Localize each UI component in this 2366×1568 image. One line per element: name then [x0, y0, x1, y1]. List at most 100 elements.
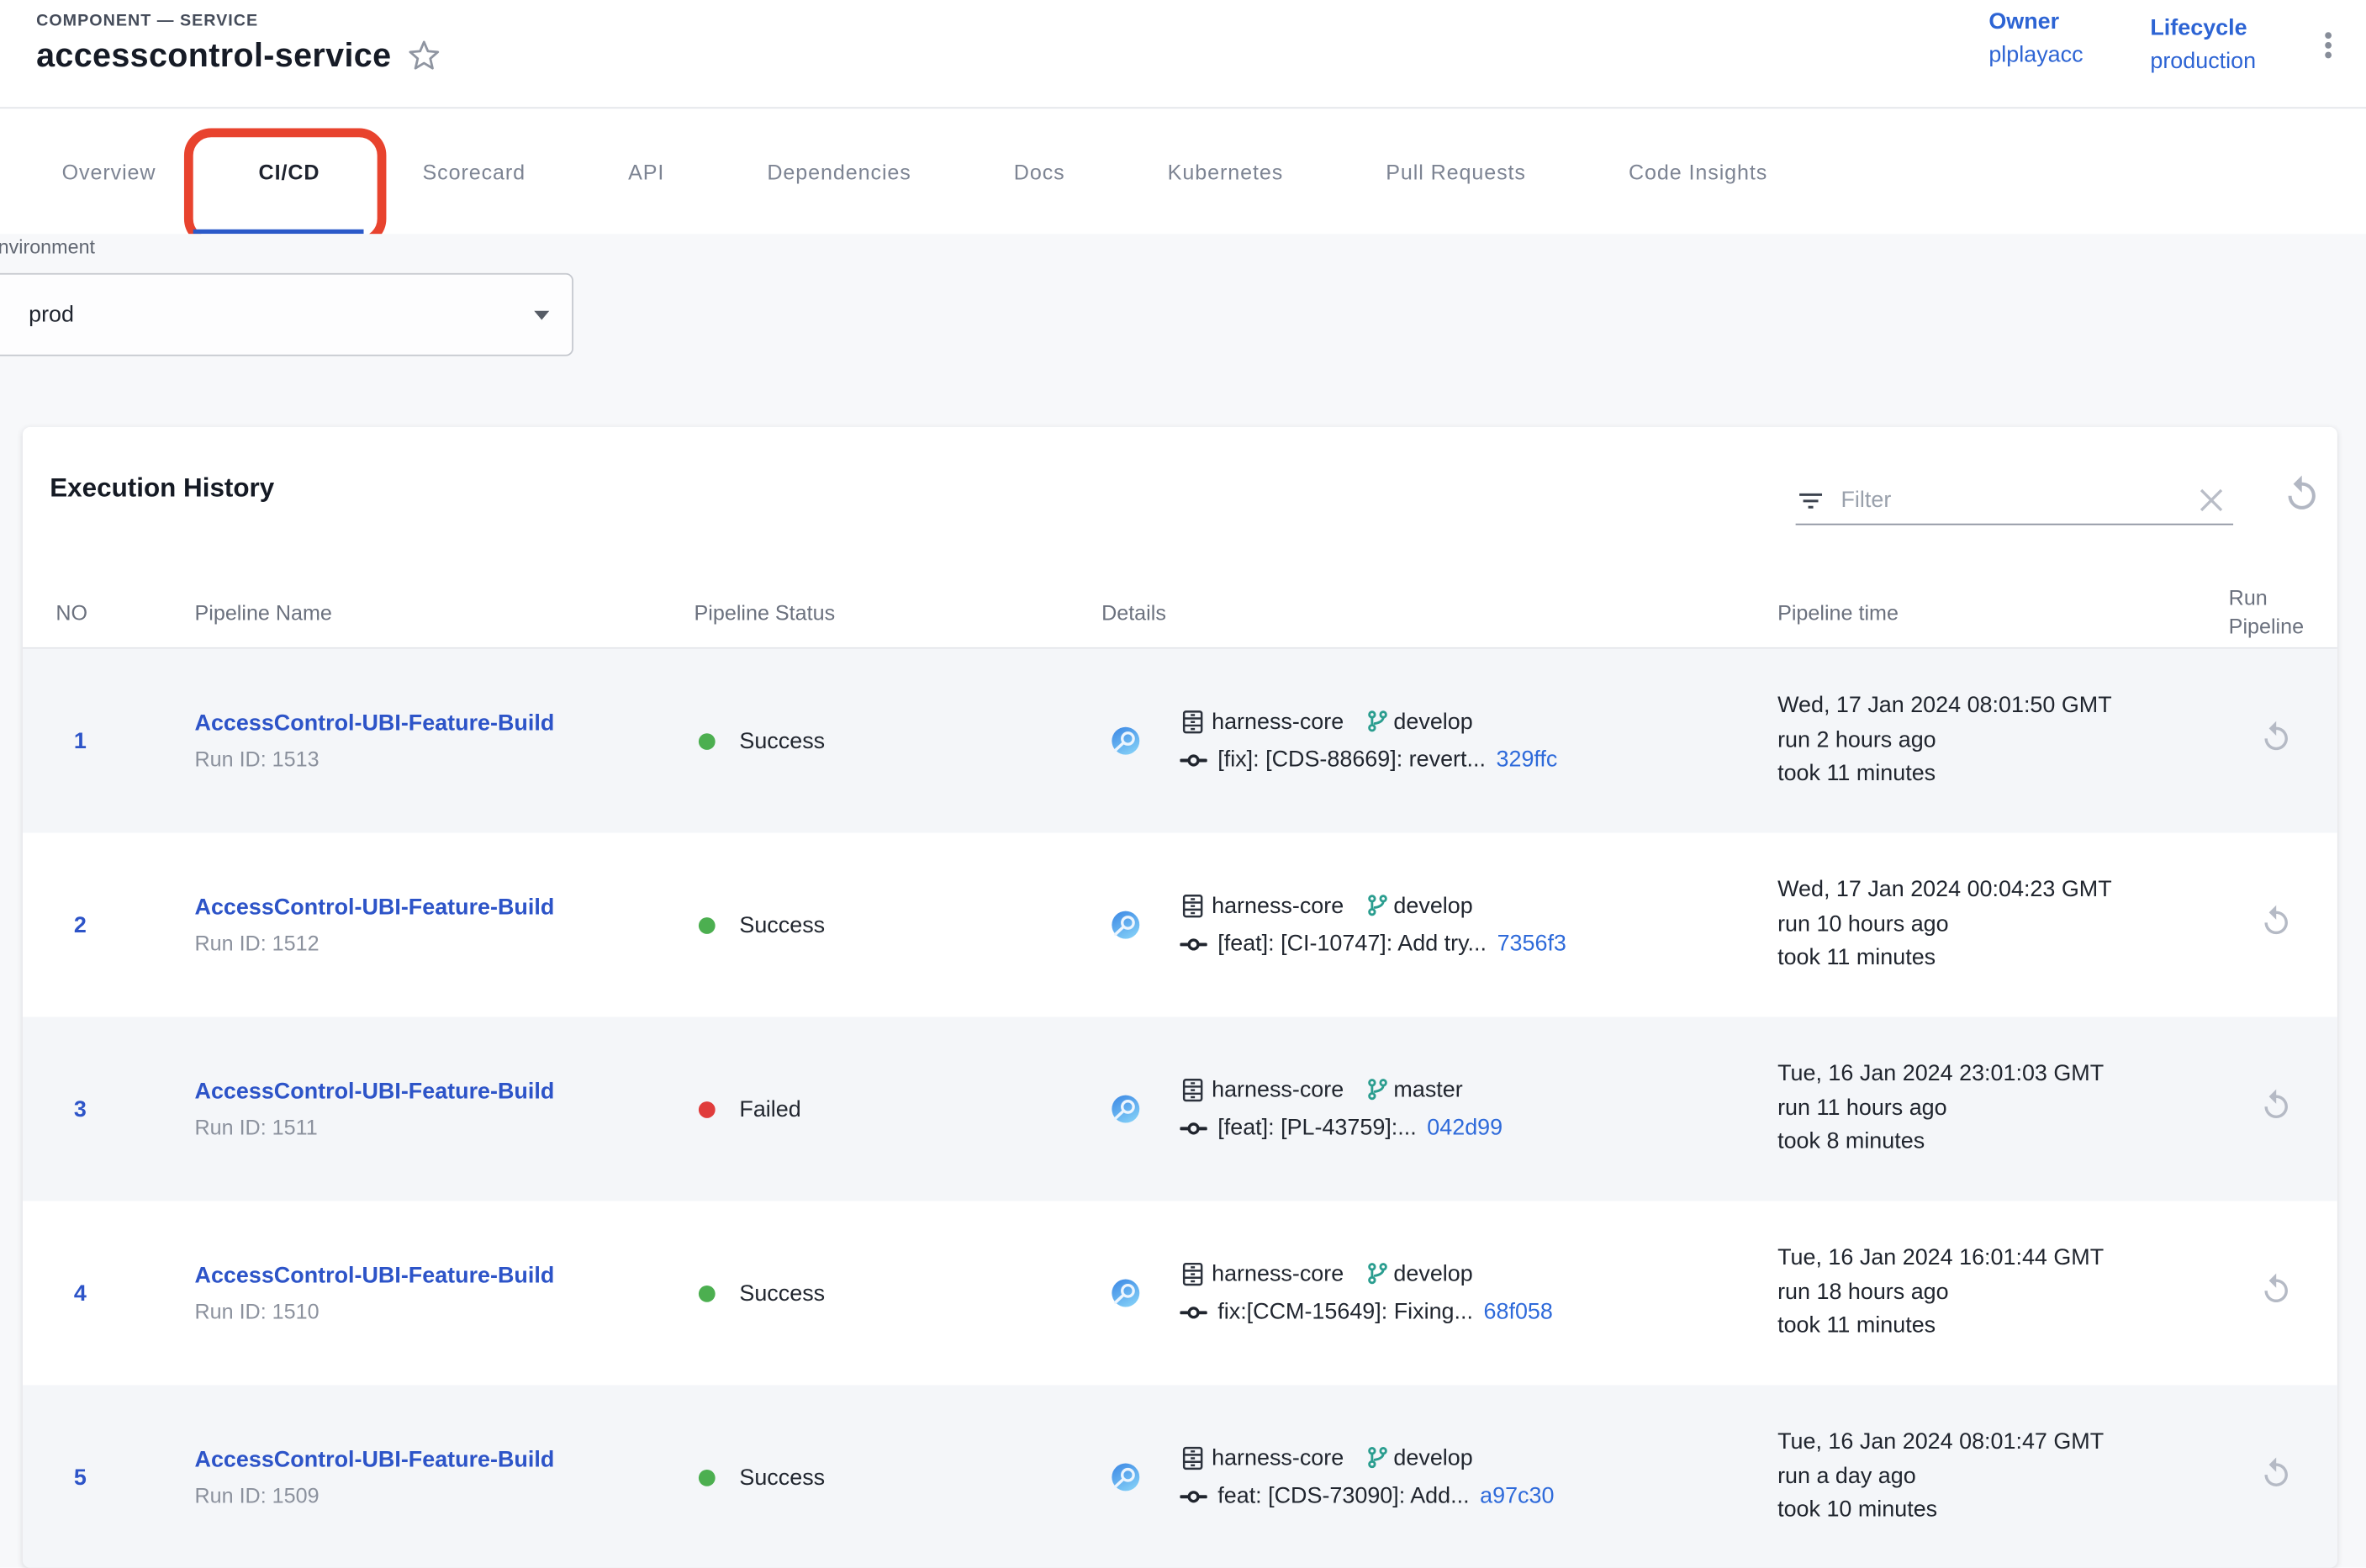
- pipeline-name-link[interactable]: AccessControl-UBI-Feature-Build: [195, 1079, 694, 1105]
- repo-branch-line: harness-core develop: [1180, 1260, 1552, 1286]
- commit-hash-link[interactable]: 7356f3: [1497, 931, 1566, 957]
- pipeline-time-cell: Tue, 16 Jan 2024 08:01:47 GMT run a day …: [1777, 1426, 2206, 1528]
- page-header: COMPONENT — SERVICE accesscontrol-servic…: [0, 0, 2366, 108]
- git-branch-icon: [1365, 1077, 1389, 1101]
- run-pipeline-button[interactable]: [2259, 1456, 2294, 1491]
- row-number: 2: [55, 912, 194, 938]
- pipeline-time-cell: Wed, 17 Jan 2024 08:01:50 GMT run 2 hour…: [1777, 690, 2206, 792]
- run-pipeline-cell: [2206, 1088, 2337, 1130]
- pipeline-name-link[interactable]: AccessControl-UBI-Feature-Build: [195, 1263, 694, 1289]
- repo-branch-line: harness-core master: [1180, 1076, 1503, 1102]
- pipeline-name-cell: AccessControl-UBI-Feature-Build Run ID: …: [195, 1447, 694, 1507]
- breadcrumb: COMPONENT — SERVICE: [36, 12, 258, 30]
- table-body: 1 AccessControl-UBI-Feature-Build Run ID…: [23, 649, 2337, 1568]
- harness-logo-icon: [1109, 724, 1142, 757]
- chevron-down-icon: [533, 309, 552, 320]
- status-dot: [699, 1469, 716, 1486]
- status-dot: [699, 732, 716, 749]
- repo-name: harness-core: [1212, 1076, 1344, 1102]
- title-row: accesscontrol-service: [36, 36, 441, 76]
- details-cell: harness-core develop feat: [CDS-73090]: …: [1101, 1444, 1777, 1509]
- tab-label: API: [628, 159, 664, 183]
- harness-logo-icon: [1109, 1460, 1142, 1493]
- time-duration: took 10 minutes: [1777, 1494, 2206, 1528]
- owner-link[interactable]: plplayacc: [1988, 42, 2083, 68]
- details-lines: harness-core develop [fix]: [CDS-88669]:…: [1180, 709, 1557, 773]
- close-x-icon: [2199, 488, 2225, 514]
- commit-hash-link[interactable]: a97c30: [1480, 1483, 1554, 1509]
- commit-message: [feat]: [PL-43759]:...: [1217, 1115, 1416, 1141]
- row-number: 1: [55, 728, 194, 754]
- commit-hash-link[interactable]: 329ffc: [1496, 747, 1557, 773]
- run-pipeline-cell: [2206, 720, 2337, 762]
- time-relative: run a day ago: [1777, 1460, 2206, 1494]
- page-title: accesscontrol-service: [36, 36, 391, 76]
- favorite-star-icon[interactable]: [408, 40, 441, 72]
- pipeline-status-cell: Failed: [694, 1096, 1102, 1122]
- repository-icon: [1180, 709, 1206, 735]
- tab-label: Pull Requests: [1386, 159, 1526, 183]
- run-pipeline-button[interactable]: [2259, 1088, 2294, 1122]
- tab-code-insights[interactable]: Code Insights: [1577, 108, 1819, 234]
- column-header-pipeline-name: Pipeline Name: [195, 600, 694, 625]
- commit-message: [feat]: [CI-10747]: Add try...: [1217, 931, 1487, 957]
- commit-line: [feat]: [CI-10747]: Add try... 7356f3: [1180, 930, 1566, 957]
- tab-scorecard[interactable]: Scorecard: [371, 108, 577, 234]
- git-branch-icon: [1365, 1261, 1389, 1286]
- filter-input[interactable]: [1826, 488, 2199, 514]
- tab-overview[interactable]: Overview: [11, 108, 208, 234]
- replay-icon: [2259, 1456, 2294, 1491]
- pipeline-name-link[interactable]: AccessControl-UBI-Feature-Build: [195, 895, 694, 921]
- lifecycle-label: Lifecycle: [2150, 15, 2256, 41]
- pipeline-name-link[interactable]: AccessControl-UBI-Feature-Build: [195, 710, 694, 736]
- table-row: 1 AccessControl-UBI-Feature-Build Run ID…: [23, 649, 2337, 833]
- more-options-button[interactable]: [2309, 26, 2348, 66]
- repo-name: harness-core: [1212, 1444, 1344, 1470]
- environment-select[interactable]: prod: [0, 273, 573, 356]
- commit-line: feat: [CDS-73090]: Add... a97c30: [1180, 1482, 1554, 1509]
- table-row: 3 AccessControl-UBI-Feature-Build Run ID…: [23, 1017, 2337, 1201]
- lifecycle-meta: Lifecycle production: [2150, 15, 2256, 74]
- commit-hash-link[interactable]: 042d99: [1427, 1115, 1503, 1141]
- replay-icon: [2259, 720, 2294, 754]
- time-absolute: Wed, 17 Jan 2024 08:01:50 GMT: [1777, 690, 2206, 724]
- tab-ci-cd[interactable]: CI/CD: [208, 108, 372, 234]
- run-pipeline-button[interactable]: [2259, 1272, 2294, 1307]
- time-absolute: Wed, 17 Jan 2024 00:04:23 GMT: [1777, 874, 2206, 908]
- tab-api[interactable]: API: [577, 108, 716, 234]
- table-row: 2 AccessControl-UBI-Feature-Build Run ID…: [23, 833, 2337, 1017]
- repo-name: harness-core: [1212, 709, 1344, 735]
- run-id: Run ID: 1512: [195, 931, 694, 955]
- status-dot: [699, 1101, 716, 1117]
- status-dot: [699, 1285, 716, 1301]
- tab-kubernetes[interactable]: Kubernetes: [1117, 108, 1335, 234]
- environment-label: Environment: [0, 235, 95, 258]
- run-pipeline-cell: [2206, 1456, 2337, 1498]
- pipeline-status-cell: Success: [694, 912, 1102, 938]
- tab-dependencies[interactable]: Dependencies: [716, 108, 962, 234]
- tab-label: Dependencies: [767, 159, 911, 183]
- commit-hash-link[interactable]: 68f058: [1484, 1299, 1553, 1325]
- time-relative: run 2 hours ago: [1777, 724, 2206, 758]
- execution-history-card: Execution History: [23, 427, 2337, 1568]
- status-label: Success: [739, 912, 825, 938]
- run-pipeline-button[interactable]: [2259, 904, 2294, 938]
- replay-icon: [2259, 1272, 2294, 1307]
- details-lines: harness-core develop fix:[CCM-15649]: Fi…: [1180, 1260, 1552, 1325]
- repo-branch-line: harness-core develop: [1180, 709, 1557, 735]
- owner-label: Owner: [1988, 9, 2083, 35]
- time-duration: took 11 minutes: [1777, 1310, 2206, 1344]
- commit-message: fix:[CCM-15649]: Fixing...: [1217, 1299, 1473, 1325]
- time-duration: took 11 minutes: [1777, 758, 2206, 791]
- run-pipeline-button[interactable]: [2259, 720, 2294, 754]
- refresh-button[interactable]: [2281, 474, 2321, 515]
- tab-docs[interactable]: Docs: [963, 108, 1117, 234]
- clear-filter-button[interactable]: [2199, 488, 2225, 514]
- commit-line: [fix]: [CDS-88669]: revert... 329ffc: [1180, 746, 1557, 773]
- table-header-row: NO Pipeline Name Pipeline Status Details…: [23, 578, 2337, 648]
- tab-pull-requests[interactable]: Pull Requests: [1334, 108, 1577, 234]
- content-area: Environment prod Execution History: [0, 234, 2366, 1567]
- pipeline-name-link[interactable]: AccessControl-UBI-Feature-Build: [195, 1447, 694, 1473]
- environment-selected-value: prod: [29, 302, 74, 328]
- commit-message: feat: [CDS-73090]: Add...: [1217, 1483, 1469, 1509]
